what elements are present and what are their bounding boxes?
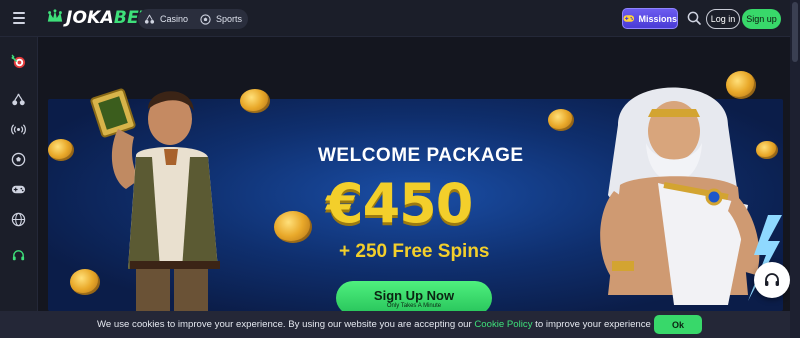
headset-icon: [765, 273, 779, 286]
nav-sports-label: Sports: [216, 14, 243, 24]
nav-casino[interactable]: Casino: [144, 14, 188, 25]
cherries-icon[interactable]: [8, 89, 28, 109]
cookie-text-after: to improve your experience: [532, 319, 651, 330]
top-bar: JOKABET Casino Sports Missions Log in Si…: [0, 0, 800, 37]
hamburger-menu-icon[interactable]: [10, 9, 28, 27]
live-broadcast-icon[interactable]: [8, 119, 28, 139]
headset-icon[interactable]: [8, 245, 28, 265]
gold-coin: [274, 211, 312, 243]
missions-label: Missions: [638, 13, 677, 24]
cherries-icon: [144, 14, 155, 24]
page-scrollbar[interactable]: [790, 0, 800, 338]
globe-icon[interactable]: [8, 209, 28, 229]
wheel-target-icon[interactable]: [8, 51, 28, 71]
gold-coin: [48, 139, 74, 161]
live-chat-button[interactable]: [754, 262, 790, 298]
cookie-text-before: We use cookies to improve your experienc…: [97, 319, 475, 330]
missions-button[interactable]: Missions: [622, 8, 678, 29]
adventurer-character: [90, 88, 220, 311]
cookie-ok-button[interactable]: Ok: [654, 315, 702, 334]
scrollbar-thumb[interactable]: [792, 2, 798, 62]
logo[interactable]: JOKABET: [46, 6, 151, 30]
cookie-banner: We use cookies to improve your experienc…: [0, 311, 790, 338]
nav-sports[interactable]: Sports: [200, 13, 243, 25]
soccer-ball-icon: [200, 13, 211, 25]
nav-casino-label: Casino: [160, 14, 189, 24]
banner-title: WELCOME PACKAGE: [318, 145, 524, 166]
main-nav: Casino Sports: [138, 9, 249, 29]
gamepad-icon[interactable]: [8, 179, 28, 199]
jester-hat-icon: [47, 9, 63, 22]
free-spins-text: + 250 Free Spins: [339, 241, 490, 262]
gamepad-icon: [623, 15, 635, 22]
search-icon[interactable]: [686, 10, 702, 26]
cta-sublabel: Only Takes A Minute: [386, 302, 442, 309]
cookie-message: We use cookies to improve your experienc…: [97, 319, 651, 330]
signup-now-button[interactable]: Sign Up Now Only Takes A Minute: [336, 281, 492, 311]
gold-coin: [548, 109, 574, 131]
login-button[interactable]: Log in: [706, 9, 740, 29]
bonus-amount: €450: [326, 172, 473, 235]
soccer-ball-icon[interactable]: [8, 149, 28, 169]
cookie-policy-link[interactable]: Cookie Policy: [474, 319, 532, 330]
sidebar: [0, 37, 38, 338]
cta-label: Sign Up Now: [373, 287, 455, 303]
hero-section: WELCOME PACKAGE €450 + 250 Free Spins Si…: [38, 37, 790, 311]
signup-button[interactable]: Sign up: [742, 9, 781, 29]
